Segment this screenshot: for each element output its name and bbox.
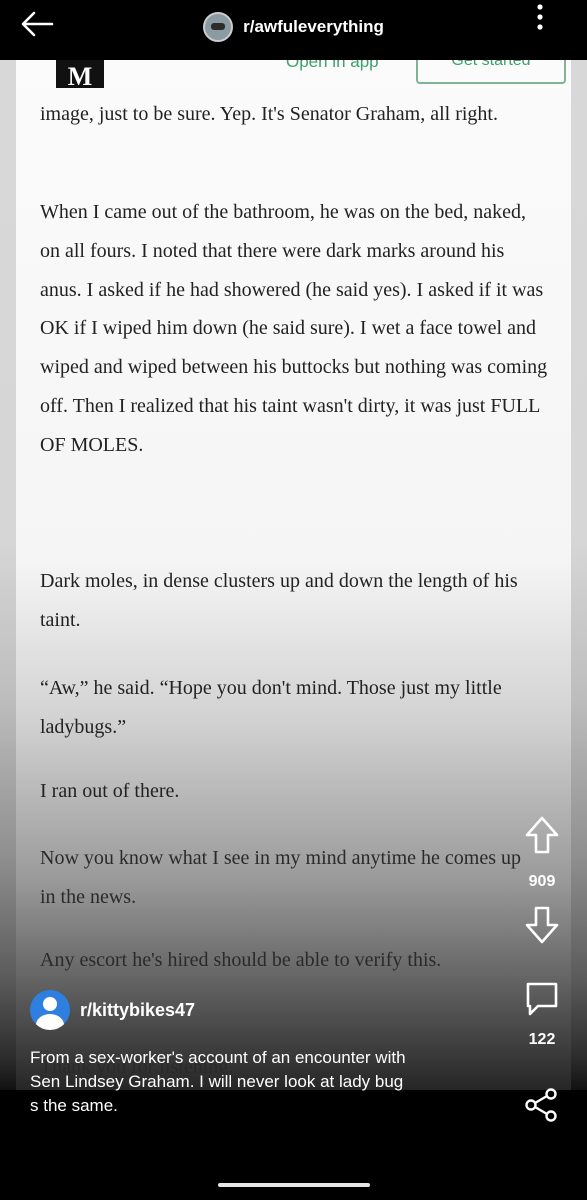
article-paragraph: “Aw,” he said. “Hope you don't mind. Tho…: [40, 677, 502, 738]
article-paragraph: image, just to be sure. Yep. It's Senato…: [40, 103, 498, 125]
post-author[interactable]: r/kittybikes47: [30, 990, 195, 1030]
medium-logo: M: [56, 60, 104, 91]
upvote-arrow-icon: [525, 816, 559, 854]
comment-bubble-icon: [526, 982, 558, 1016]
subreddit-avatar: [203, 12, 234, 42]
kebab-menu-icon: [537, 4, 543, 30]
open-in-app-link: Open in app: [286, 60, 379, 71]
article-paragraph: Now you know what I see in my mind anyti…: [40, 847, 522, 908]
upvote-count: 909: [528, 873, 556, 890]
home-indicator[interactable]: [218, 1183, 370, 1187]
article-paragraph: Dark moles, in dense clusters up and dow…: [40, 570, 518, 631]
avatar: [30, 990, 70, 1030]
article-paragraph: Any escort he's hired should be able to …: [40, 949, 442, 971]
downvote-arrow-icon: [525, 906, 559, 944]
subreddit-header[interactable]: r/awfuleverything: [0, 12, 587, 42]
subreddit-name: r/awfuleverything: [243, 17, 384, 36]
author-username: r/kittybikes47: [80, 999, 196, 1020]
article-paragraph: I ran out of there.: [40, 780, 180, 802]
share-icon: [525, 1088, 557, 1122]
upvote-button[interactable]: [497, 815, 587, 860]
top-bar: r/awfuleverything: [0, 0, 587, 60]
post-caption[interactable]: From a sex-worker's account of an encoun…: [30, 1046, 490, 1118]
article-paragraph: When I came out of the bathroom, he was …: [40, 201, 548, 456]
more-options-button[interactable]: [533, 2, 547, 34]
downvote-button[interactable]: [497, 905, 587, 950]
share-button[interactable]: [497, 1087, 587, 1128]
comments-button[interactable]: [497, 980, 587, 1023]
get-started-button: Get started: [416, 60, 566, 84]
comment-count: 122: [528, 1031, 556, 1048]
